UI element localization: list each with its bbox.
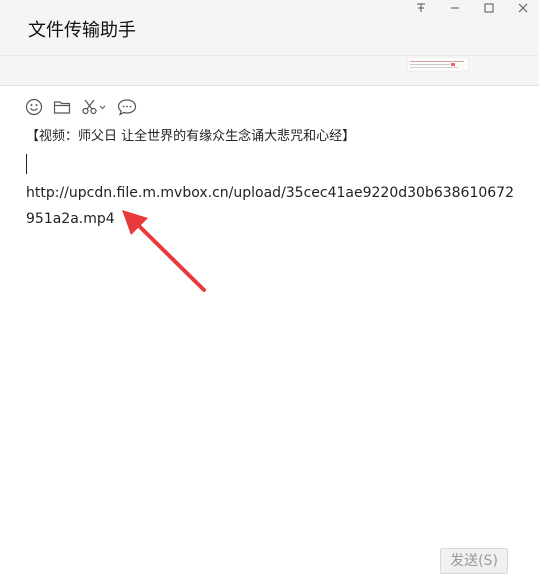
scissors-icon xyxy=(82,99,106,115)
annotation-arrow-icon xyxy=(122,210,206,292)
title-bar: 文件传输助手 xyxy=(0,0,539,86)
pin-icon xyxy=(417,3,425,12)
maximize-icon xyxy=(484,3,494,13)
chat-window: 文件传输助手 【视频：师父日 让全世界的有缘众生念诵大悲咒和心经】 http:/… xyxy=(0,0,539,584)
chat-title: 文件传输助手 xyxy=(28,20,136,41)
message-text-line: 【视频：师父日 让全世界的有缘众生念诵大悲咒和心经】 xyxy=(26,129,356,144)
message-url-text: http://upcdn.file.m.mvbox.cn/upload/35ce… xyxy=(26,185,514,227)
title-divider xyxy=(0,55,539,56)
folder-icon xyxy=(53,101,71,114)
message-input-area[interactable]: 【视频：师父日 让全世界的有缘众生念诵大悲咒和心经】 http://upcdn.… xyxy=(26,125,521,227)
minimize-button[interactable] xyxy=(437,0,471,16)
close-button[interactable] xyxy=(505,0,539,16)
emoji-icon xyxy=(25,98,43,116)
send-file-button[interactable] xyxy=(53,97,71,117)
minimize-icon xyxy=(451,7,459,9)
emoji-button[interactable] xyxy=(25,97,43,117)
maximize-button[interactable] xyxy=(471,0,505,16)
chat-bubble-icon xyxy=(117,99,137,116)
chat-history-button[interactable] xyxy=(117,97,137,117)
text-caret xyxy=(26,154,27,174)
window-controls xyxy=(403,0,539,16)
message-preview-thumbnail[interactable] xyxy=(407,57,469,72)
input-toolbar xyxy=(25,97,147,117)
pin-button[interactable] xyxy=(403,0,437,16)
close-icon xyxy=(518,3,528,13)
send-button[interactable]: 发送(S) xyxy=(440,548,508,574)
screenshot-button[interactable] xyxy=(81,97,107,117)
